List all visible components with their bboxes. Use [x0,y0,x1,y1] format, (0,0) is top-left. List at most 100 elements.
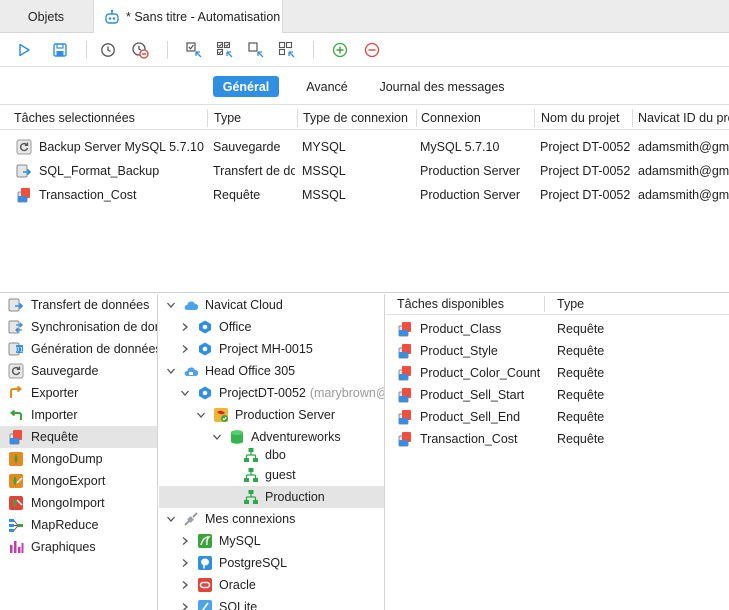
tree-item-sqlite[interactable]: SQLite [179,596,257,610]
list-item[interactable]: Product_Color_Count Requête [386,362,729,384]
save-button[interactable] [50,40,70,60]
add-task-button[interactable] [330,40,350,60]
connection-name: Production Server [420,164,521,178]
tree-item-postgresql[interactable]: PostgreSQL [179,552,287,574]
category-backup[interactable]: Sauvegarde [0,360,157,382]
tab-message-log[interactable]: Journal des messages [372,76,512,97]
category-data-generation[interactable]: 01 Génération de données [0,338,157,360]
table-row[interactable]: Backup Server MySQL 5.7.10 Sauvegarde MY… [0,135,729,159]
category-mongodump[interactable]: MongoDump [0,448,157,470]
column-header[interactable]: Tâches disponibles [397,294,504,314]
transfer-icon [16,163,32,179]
category-label: Graphiques [31,540,96,554]
chevron-down-icon[interactable] [195,409,207,421]
project-icon [197,319,213,335]
tree-item-project-mh-0015[interactable]: Project MH-0015 [179,338,313,360]
column-header-label: Navicat ID du projet [638,111,729,125]
run-button[interactable] [14,40,34,60]
category-query[interactable]: Requête [0,426,157,448]
tab-objects[interactable]: Objets [0,0,92,33]
chevron-down-icon[interactable] [165,299,177,311]
tab-objects-label: Objets [27,9,65,24]
schedule-button[interactable] [98,40,118,60]
column-header[interactable]: Type [208,106,296,130]
category-label: MongoDump [31,452,103,466]
query-icon [8,429,24,445]
tree-item-mysql[interactable]: MySQL [179,530,261,552]
tree-item-label: Head Office 305 [205,364,296,378]
schema-icon [243,447,259,463]
play-icon [19,43,30,57]
chevron-right-icon[interactable] [179,557,191,569]
category-mongoimport[interactable]: MongoImport [0,492,157,514]
tree-item-navicat-cloud[interactable]: Navicat Cloud [165,294,283,316]
task-name: Product_Style [420,344,498,358]
tree-item-production[interactable]: Production [243,486,325,508]
category-label: MapReduce [31,518,99,532]
column-header[interactable]: Type de connexion [297,106,415,130]
chevron-right-icon[interactable] [179,343,191,355]
chevron-right-icon[interactable] [179,321,191,333]
category-export[interactable]: Exporter [0,382,157,404]
clock-icon [101,43,115,57]
category-transfer[interactable]: Transfert de données [0,294,157,316]
category-sync[interactable]: Synchronisation de données [0,316,157,338]
connection-tree: Navicat Cloud Office Project MH-0015 Hea… [159,294,385,610]
chevron-down-icon[interactable] [211,431,223,443]
svg-text:01: 01 [16,347,24,354]
table-row[interactable]: SQL_Format_Backup Transfert de données M… [0,159,729,183]
column-header-label: Type [214,111,242,125]
column-header[interactable]: Navicat ID du projet [632,106,729,130]
select-all-button[interactable] [215,40,235,60]
tree-item-head-office-305[interactable]: Head Office 305 [165,360,295,382]
deselect-icon [248,42,264,58]
remove-schedule-button[interactable] [130,40,150,60]
task-name: Transaction_Cost [420,432,518,446]
list-item[interactable]: Product_Sell_End Requête [386,406,729,428]
column-header[interactable]: Tâches selectionnées [8,106,206,130]
category-charts[interactable]: Graphiques [0,536,157,558]
category-import[interactable]: Importer [0,404,157,426]
tab-advanced[interactable]: Avancé [296,76,358,97]
tree-item-oracle[interactable]: Oracle [179,574,256,596]
category-mongoexport[interactable]: MongoExport [0,470,157,492]
query-icon [397,431,413,447]
column-header[interactable]: Nom du projet [535,106,631,130]
chevron-right-icon[interactable] [179,601,191,610]
deselect-all-button[interactable] [277,40,297,60]
sync-icon [8,319,24,335]
select-button[interactable] [184,40,204,60]
connection-type: MSSQL [302,188,346,202]
chevron-down-icon[interactable] [179,387,191,399]
list-item[interactable]: Product_Sell_Start Requête [386,384,729,406]
list-item[interactable]: Product_Style Requête [386,340,729,362]
deselect-button[interactable] [246,40,266,60]
chevron-right-icon[interactable] [179,535,191,547]
selected-tasks-table: Backup Server MySQL 5.7.10 Sauvegarde MY… [0,131,729,293]
table-row[interactable]: Transaction_Cost Requête MSSQL Productio… [0,183,729,207]
tree-item-production-server[interactable]: Production Server [195,404,335,426]
task-type: Requête [213,188,261,202]
tab-automation[interactable]: * Sans titre - Automatisation [93,0,283,34]
tree-item-label: guest [265,468,296,482]
chevron-right-icon[interactable] [179,579,191,591]
tree-item-office[interactable]: Office [179,316,251,338]
tree-item-my-connections[interactable]: Mes connexions [165,508,295,530]
task-type: Requête [557,432,605,446]
category-label: Importer [31,408,78,422]
tree-item-projectdt-0052[interactable]: ProjectDT-0052 (marybrown@gmail.com) [179,382,384,404]
column-header[interactable]: Type [557,294,584,314]
list-item[interactable]: Transaction_Cost Requête [386,428,729,450]
remove-task-button[interactable] [362,40,382,60]
tab-general[interactable]: Général [213,76,279,97]
tree-item-guest[interactable]: guest [243,464,296,486]
project-name: Project DT-0052 [540,164,630,178]
tab-message-log-label: Journal des messages [379,79,505,94]
column-header[interactable]: Connexion [415,106,533,130]
category-mapreduce[interactable]: MapReduce [0,514,157,536]
tree-item-dbo[interactable]: dbo [243,444,286,466]
chevron-down-icon[interactable] [165,513,177,525]
chevron-down-icon[interactable] [165,365,177,377]
list-item[interactable]: Product_Class Requête [386,318,729,340]
selected-tasks-header: Tâches selectionnées Type Type de connex… [0,106,729,130]
